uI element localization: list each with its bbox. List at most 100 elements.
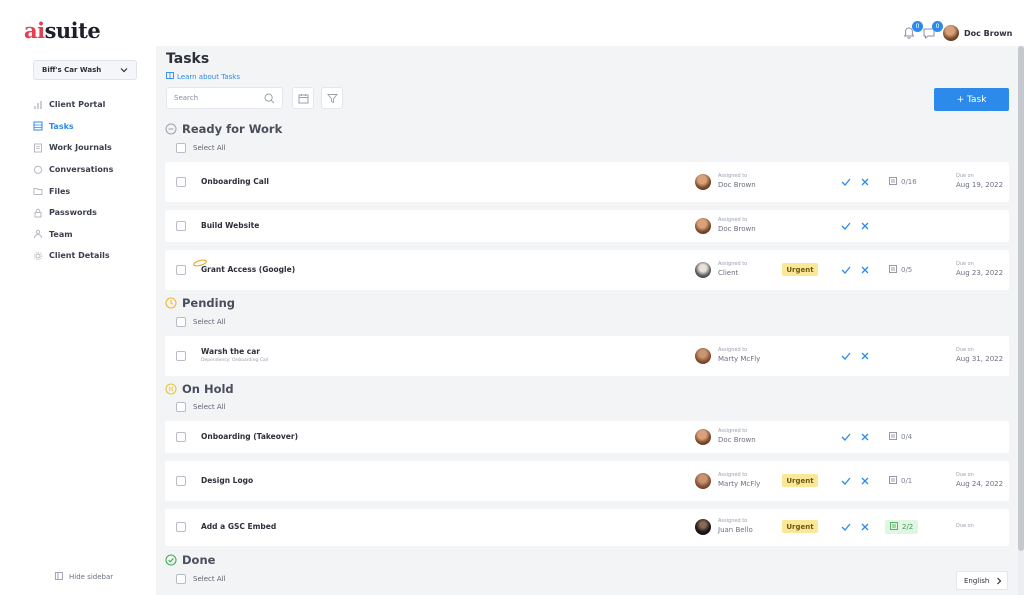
- sidebar-nav: Client Portal Tasks Work Journals Conver…: [33, 94, 148, 267]
- close-icon[interactable]: [860, 265, 870, 275]
- learn-about-tasks-link[interactable]: Learn about Tasks: [166, 72, 240, 81]
- due-date: Aug 31, 2022: [956, 355, 1004, 363]
- user-name: Doc Brown: [964, 28, 1013, 38]
- workspace-select[interactable]: Biff's Car Wash: [33, 60, 137, 80]
- sidebar-item-label: Client Details: [49, 251, 110, 261]
- task-row[interactable]: Onboarding Call Assigned to Doc Brown 0/…: [165, 162, 1009, 202]
- calendar-icon: [298, 93, 308, 103]
- check-icon[interactable]: [841, 522, 851, 532]
- task-row[interactable]: Add a GSC Embed Assigned to Juan Bello U…: [165, 509, 1009, 546]
- notifications-button[interactable]: 0: [902, 21, 923, 41]
- status-done-icon: [165, 554, 177, 566]
- search-input[interactable]: Search: [166, 87, 283, 109]
- check-icon[interactable]: [841, 177, 851, 187]
- search-icon: [264, 93, 275, 103]
- section-on-hold[interactable]: On Hold: [165, 382, 234, 396]
- task-checkbox[interactable]: [176, 265, 186, 275]
- sidebar-item-team[interactable]: Team: [33, 224, 148, 246]
- sidebar-item-label: Tasks: [49, 121, 74, 131]
- close-icon[interactable]: [860, 177, 870, 187]
- task-checkbox[interactable]: [176, 221, 186, 231]
- select-all-checkbox[interactable]: [176, 402, 186, 412]
- sidebar-toggle-icon: [55, 572, 63, 582]
- assignee-avatar: [695, 429, 711, 445]
- chevron-down-icon: [120, 68, 128, 73]
- assignee-avatar: [695, 174, 711, 190]
- close-icon[interactable]: [860, 476, 870, 486]
- assignee-name: Client: [718, 269, 739, 277]
- task-checkbox[interactable]: [176, 177, 186, 187]
- close-icon[interactable]: [860, 221, 870, 231]
- check-icon[interactable]: [841, 476, 851, 486]
- task-checkbox[interactable]: [176, 522, 186, 532]
- sidebar-item-passwords[interactable]: Passwords: [33, 202, 148, 224]
- scrollbar-thumb[interactable]: [1018, 46, 1024, 551]
- select-all-checkbox[interactable]: [176, 574, 186, 584]
- app-logo[interactable]: aisuite: [24, 19, 101, 43]
- due-label: Due on: [956, 173, 974, 179]
- task-row[interactable]: Onboarding (Takeover) Assigned to Doc Br…: [165, 421, 1009, 453]
- assignee-name: Marty McFly: [718, 480, 761, 488]
- task-checkbox[interactable]: [176, 476, 186, 486]
- language-selector[interactable]: English: [956, 571, 1008, 590]
- chat-icon: [33, 165, 43, 175]
- check-icon[interactable]: [841, 265, 851, 275]
- hide-sidebar-button[interactable]: Hide sidebar: [55, 572, 113, 582]
- close-icon[interactable]: [860, 351, 870, 361]
- select-all-checkbox[interactable]: [176, 317, 186, 327]
- select-all-on-hold[interactable]: Select All: [176, 402, 226, 412]
- task-title[interactable]: Build Website: [201, 221, 259, 230]
- due-label: Due on: [956, 261, 974, 267]
- select-all-done[interactable]: Select All: [176, 574, 226, 584]
- task-checkbox[interactable]: [176, 432, 186, 442]
- task-title[interactable]: Onboarding Call: [201, 177, 269, 186]
- select-all-ready[interactable]: Select All: [176, 143, 226, 153]
- sidebar-item-work-journals[interactable]: Work Journals: [33, 137, 148, 159]
- assignee-name: Doc Brown: [718, 225, 756, 233]
- sidebar-item-files[interactable]: Files: [33, 180, 148, 202]
- task-title[interactable]: Design Logo: [201, 476, 253, 485]
- status-ready-icon: [165, 123, 177, 135]
- section-ready-for-work[interactable]: Ready for Work: [165, 122, 282, 136]
- sidebar-item-label: Work Journals: [49, 143, 112, 153]
- learn-link-label: Learn about Tasks: [177, 72, 240, 81]
- task-title[interactable]: Warsh the car: [201, 347, 260, 356]
- task-title[interactable]: Grant Access (Google): [201, 265, 295, 274]
- select-all-pending[interactable]: Select All: [176, 317, 226, 327]
- user-menu[interactable]: Doc Brown: [943, 24, 1012, 42]
- filter-button[interactable]: [321, 87, 343, 109]
- task-title[interactable]: Add a GSC Embed: [201, 522, 276, 531]
- check-icon[interactable]: [841, 432, 851, 442]
- status-pending-icon: [165, 297, 177, 309]
- sidebar-item-label: Conversations: [49, 165, 114, 175]
- section-done[interactable]: Done: [165, 553, 215, 567]
- assignee-name: Marty McFly: [718, 355, 761, 363]
- section-title: Pending: [182, 296, 236, 310]
- main-content: Tasks Learn about Tasks Search + Task Re…: [156, 46, 1018, 595]
- check-icon[interactable]: [841, 221, 851, 231]
- task-row[interactable]: Grant Access (Google) Assigned to Client…: [165, 250, 1009, 290]
- task-row[interactable]: Warsh the car Dependency: Onboarding Cal…: [165, 336, 1009, 376]
- task-dependency: Dependency: Onboarding Call: [201, 358, 269, 363]
- task-checkbox[interactable]: [176, 351, 186, 361]
- select-all-checkbox[interactable]: [176, 143, 186, 153]
- check-icon[interactable]: [841, 351, 851, 361]
- close-icon[interactable]: [860, 432, 870, 442]
- add-task-button[interactable]: + Task: [934, 88, 1009, 111]
- sidebar-item-client-portal[interactable]: Client Portal: [33, 94, 148, 116]
- section-title: Done: [182, 553, 216, 567]
- task-row[interactable]: Design Logo Assigned to Marty McFly Urge…: [165, 461, 1009, 501]
- calendar-filter-button[interactable]: [292, 87, 314, 109]
- task-title[interactable]: Onboarding (Takeover): [201, 432, 298, 441]
- section-pending[interactable]: Pending: [165, 296, 235, 310]
- sidebar-item-tasks[interactable]: Tasks: [33, 116, 148, 138]
- close-icon[interactable]: [860, 522, 870, 532]
- task-row[interactable]: Build Website Assigned to Doc Brown: [165, 210, 1009, 242]
- lock-icon: [33, 208, 43, 218]
- tasks-icon: [33, 121, 43, 131]
- sidebar-item-client-details[interactable]: Client Details: [33, 245, 148, 267]
- sidebar-item-conversations[interactable]: Conversations: [33, 159, 148, 181]
- assignee-avatar: [695, 348, 711, 364]
- messages-button[interactable]: 0: [922, 21, 943, 41]
- section-title: On Hold: [182, 382, 234, 396]
